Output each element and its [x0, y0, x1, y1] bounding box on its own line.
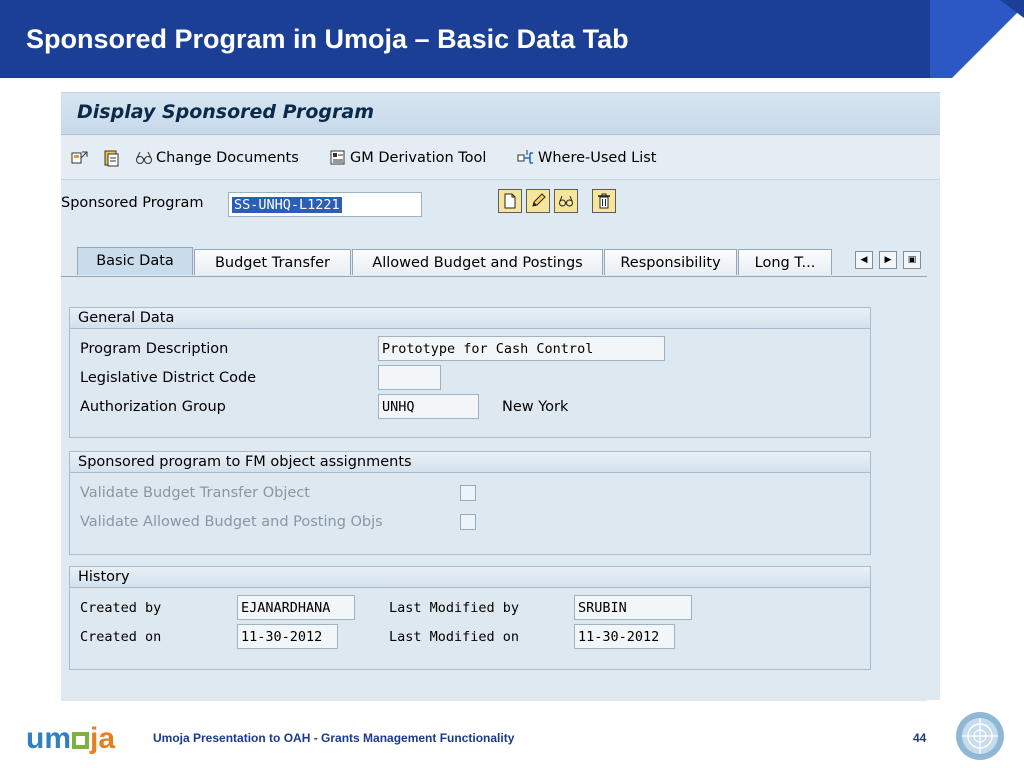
create-button[interactable] — [498, 189, 522, 213]
change-documents-label: Change Documents — [156, 150, 299, 166]
copy-button[interactable] — [103, 147, 124, 169]
general-data-heading: General Data — [70, 308, 870, 329]
validate-allowed-budget-checkbox[interactable] — [460, 514, 476, 530]
tab-allowed-budget-postings[interactable]: Allowed Budget and Postings — [352, 249, 603, 275]
tab-responsibility[interactable]: Responsibility — [604, 249, 737, 275]
authorization-group-label: Authorization Group — [80, 399, 226, 415]
trash-icon — [598, 193, 610, 209]
clipboard-icon — [104, 150, 119, 167]
history-heading: History — [70, 567, 870, 588]
tab-allowed-budget-label: Allowed Budget and Postings — [372, 255, 583, 271]
validate-budget-transfer-label: Validate Budget Transfer Object — [80, 485, 310, 501]
change-button[interactable] — [526, 189, 550, 213]
glasses-icon — [136, 151, 152, 164]
tab-scroll-right-button[interactable]: ▶ — [879, 251, 897, 269]
program-description-field[interactable]: Prototype for Cash Control — [378, 336, 665, 361]
authorization-group-text: New York — [502, 399, 569, 415]
where-used-list-label: Where-Used List — [538, 150, 657, 166]
basic-data-tab-panel: General Data Program Description Prototy… — [61, 276, 927, 701]
tab-basic-data-label: Basic Data — [96, 253, 174, 269]
authorization-group-field[interactable]: UNHQ — [378, 394, 479, 419]
last-modified-on-field[interactable]: 11-30-2012 — [574, 624, 675, 649]
where-used-list-button[interactable]: Where-Used List — [517, 147, 657, 169]
gm-derivation-tool-button[interactable]: GM Derivation Tool — [329, 147, 486, 169]
tab-long-text-label: Long T... — [754, 255, 816, 271]
created-on-field[interactable]: 11-30-2012 — [237, 624, 338, 649]
new-document-icon — [504, 193, 516, 209]
history-group: History Created by EJANARDHANA Last Modi… — [69, 566, 871, 670]
delete-button[interactable] — [592, 189, 616, 213]
change-documents-button[interactable]: Change Documents — [135, 147, 299, 169]
validate-allowed-budget-label: Validate Allowed Budget and Posting Objs — [80, 514, 383, 530]
created-by-field[interactable]: EJANARDHANA — [237, 595, 355, 620]
tab-long-text[interactable]: Long T... — [738, 249, 832, 275]
where-used-icon — [517, 150, 533, 164]
gm-derivation-tool-label: GM Derivation Tool — [350, 150, 487, 166]
tab-budget-transfer[interactable]: Budget Transfer — [194, 249, 351, 275]
triangle-left-icon: ◀ — [860, 255, 868, 265]
glasses-icon — [559, 195, 573, 207]
pencil-icon — [532, 193, 546, 207]
footer-text: Umoja Presentation to OAH - Grants Manag… — [153, 731, 515, 745]
umoja-logo-square — [72, 732, 89, 749]
other-object-icon — [71, 151, 88, 164]
tab-responsibility-label: Responsibility — [620, 255, 721, 271]
application-toolbar: Change Documents GM Derivation Tool Wher… — [61, 135, 940, 180]
slide: Sponsored Program in Umoja – Basic Data … — [0, 0, 1024, 768]
sponsored-program-value: SS-UNHQ-L1221 — [232, 197, 342, 213]
page-number: 44 — [913, 731, 927, 745]
fm-assignments-group: Sponsored program to FM object assignmen… — [69, 451, 871, 555]
umoja-logo-part2: ja — [90, 722, 116, 755]
tab-basic-data[interactable]: Basic Data — [77, 247, 193, 275]
legislative-district-label: Legislative District Code — [80, 370, 257, 386]
last-modified-by-label: Last Modified by — [389, 600, 520, 616]
legislative-district-field[interactable] — [378, 365, 441, 390]
umoja-logo-part1: um — [26, 722, 71, 755]
tab-budget-transfer-label: Budget Transfer — [214, 255, 331, 271]
created-on-label: Created on — [80, 629, 162, 645]
derivation-tool-icon — [330, 150, 345, 165]
umoja-logo: um ja — [26, 722, 115, 756]
display-button[interactable] — [554, 189, 578, 213]
triangle-right-icon: ▶ — [884, 255, 892, 265]
sap-screen: Display Sponsored Program Change Documen… — [61, 92, 940, 701]
last-modified-on-label: Last Modified on — [389, 629, 520, 645]
sponsored-program-field[interactable]: SS-UNHQ-L1221 — [228, 192, 422, 217]
sap-title-bar: Display Sponsored Program — [61, 93, 940, 135]
un-emblem-icon — [956, 712, 1004, 760]
other-object-button[interactable] — [71, 147, 92, 169]
tab-list-button[interactable]: ▣ — [903, 251, 921, 269]
title-banner: Sponsored Program in Umoja – Basic Data … — [0, 0, 1024, 78]
general-data-group: General Data Program Description Prototy… — [69, 307, 871, 438]
last-modified-by-field[interactable]: SRUBIN — [574, 595, 692, 620]
tab-list-icon: ▣ — [907, 255, 917, 265]
sponsored-program-label: Sponsored Program — [61, 195, 204, 211]
created-by-label: Created by — [80, 600, 162, 616]
program-description-label: Program Description — [80, 341, 229, 357]
tab-scroll-left-button[interactable]: ◀ — [855, 251, 873, 269]
sap-screen-title: Display Sponsored Program — [77, 101, 374, 123]
validate-budget-transfer-checkbox[interactable] — [460, 485, 476, 501]
fm-assignments-heading: Sponsored program to FM object assignmen… — [70, 452, 870, 473]
slide-title: Sponsored Program in Umoja – Basic Data … — [26, 24, 629, 54]
